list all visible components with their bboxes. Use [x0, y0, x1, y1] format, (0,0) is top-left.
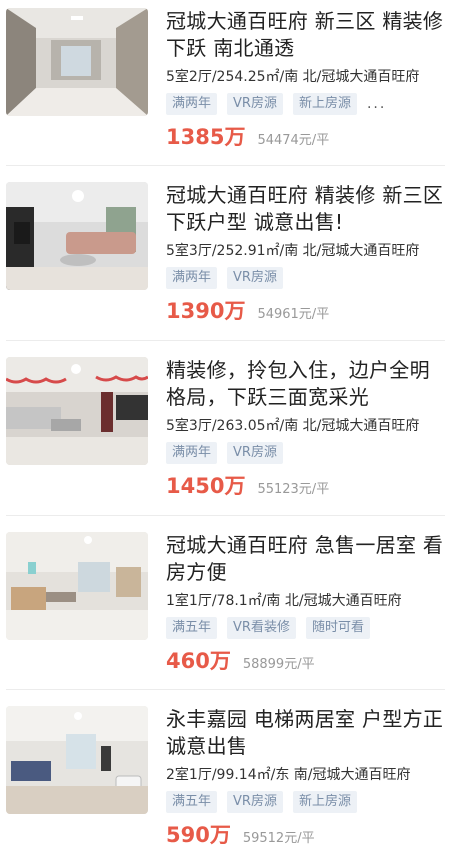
unit-price: 58899元/平	[242, 657, 315, 672]
listing-card[interactable]: 永丰嘉园 电梯两居室 户型方正 诚意出售 2室1厅/99.14㎡/东 南/冠城大…	[0, 690, 451, 859]
listing-photo[interactable]	[6, 357, 148, 465]
price-row: 1450万 55123元/平	[166, 470, 447, 498]
total-price: 1390万	[166, 299, 246, 323]
tag: 满两年	[166, 93, 218, 115]
unit-price: 55123元/平	[257, 482, 330, 497]
tag: VR看装修	[227, 617, 296, 639]
listing-photo[interactable]	[6, 706, 148, 814]
listing-title[interactable]: 精装修，拎包入住，边户全明格局，下跃三面宽采光	[166, 357, 447, 411]
total-price: 590万	[166, 823, 231, 847]
listing-tags: 满两年 VR房源	[166, 267, 447, 289]
total-price: 460万	[166, 649, 231, 673]
unit-price: 54474元/平	[257, 133, 330, 148]
price-row: 460万 58899元/平	[166, 645, 447, 673]
listing-tags: 满五年 VR看装修 随时可看	[166, 617, 447, 639]
price-row: 590万 59512元/平	[166, 819, 447, 847]
tag: VR房源	[227, 267, 283, 289]
listing-meta: 5室3厅/263.05㎡/南 北/冠城大通百旺府	[166, 418, 420, 434]
listing-photo[interactable]	[6, 182, 148, 290]
listing-title[interactable]: 永丰嘉园 电梯两居室 户型方正 诚意出售	[166, 706, 447, 760]
listing-card[interactable]: 冠城大通百旺府 新三区 精装修下跃 南北通透 5室2厅/254.25㎡/南 北/…	[0, 0, 451, 166]
total-price: 1385万	[166, 125, 246, 149]
tag: 满两年	[166, 267, 218, 289]
tag: VR房源	[227, 791, 283, 813]
tag: VR房源	[227, 93, 283, 115]
tag: 满五年	[166, 617, 218, 639]
tag: 满五年	[166, 791, 218, 813]
listing-meta: 1室1厅/78.1㎡/南 北/冠城大通百旺府	[166, 593, 402, 609]
price-row: 1390万 54961元/平	[166, 295, 447, 323]
listing-meta: 5室2厅/254.25㎡/南 北/冠城大通百旺府	[166, 69, 420, 85]
listing-meta: 5室3厅/252.91㎡/南 北/冠城大通百旺府	[166, 243, 420, 259]
price-row: 1385万 54474元/平	[166, 121, 447, 149]
total-price: 1450万	[166, 474, 246, 498]
tag: 随时可看	[305, 617, 370, 639]
unit-price: 54961元/平	[257, 307, 330, 322]
listing-card[interactable]: 精装修，拎包入住，边户全明格局，下跃三面宽采光 5室3厅/263.05㎡/南 北…	[0, 341, 451, 516]
unit-price: 59512元/平	[242, 831, 315, 846]
listing-card[interactable]: 冠城大通百旺府 精装修 新三区下跃户型 诚意出售! 5室3厅/252.91㎡/南…	[0, 166, 451, 341]
listing-tags: 满五年 VR房源 新上房源	[166, 791, 447, 813]
tag: 新上房源	[292, 93, 357, 115]
listing-title[interactable]: 冠城大通百旺府 精装修 新三区下跃户型 诚意出售!	[166, 182, 447, 236]
tag: VR房源	[227, 442, 283, 464]
listing-title[interactable]: 冠城大通百旺府 急售一居室 看房方便	[166, 532, 447, 586]
listing-photo[interactable]	[6, 8, 148, 116]
listing-tags: 满两年 VR房源 新上房源 ...	[166, 93, 447, 115]
more-tags-ellipsis: ...	[366, 96, 387, 112]
tag: 新上房源	[292, 791, 357, 813]
tag: 满两年	[166, 442, 218, 464]
listing-title[interactable]: 冠城大通百旺府 新三区 精装修下跃 南北通透	[166, 8, 447, 62]
listing-meta: 2室1厅/99.14㎡/东 南/冠城大通百旺府	[166, 767, 411, 783]
listing-card[interactable]: 冠城大通百旺府 急售一居室 看房方便 1室1厅/78.1㎡/南 北/冠城大通百旺…	[0, 516, 451, 690]
listing-tags: 满两年 VR房源	[166, 442, 447, 464]
listing-photo[interactable]	[6, 532, 148, 640]
